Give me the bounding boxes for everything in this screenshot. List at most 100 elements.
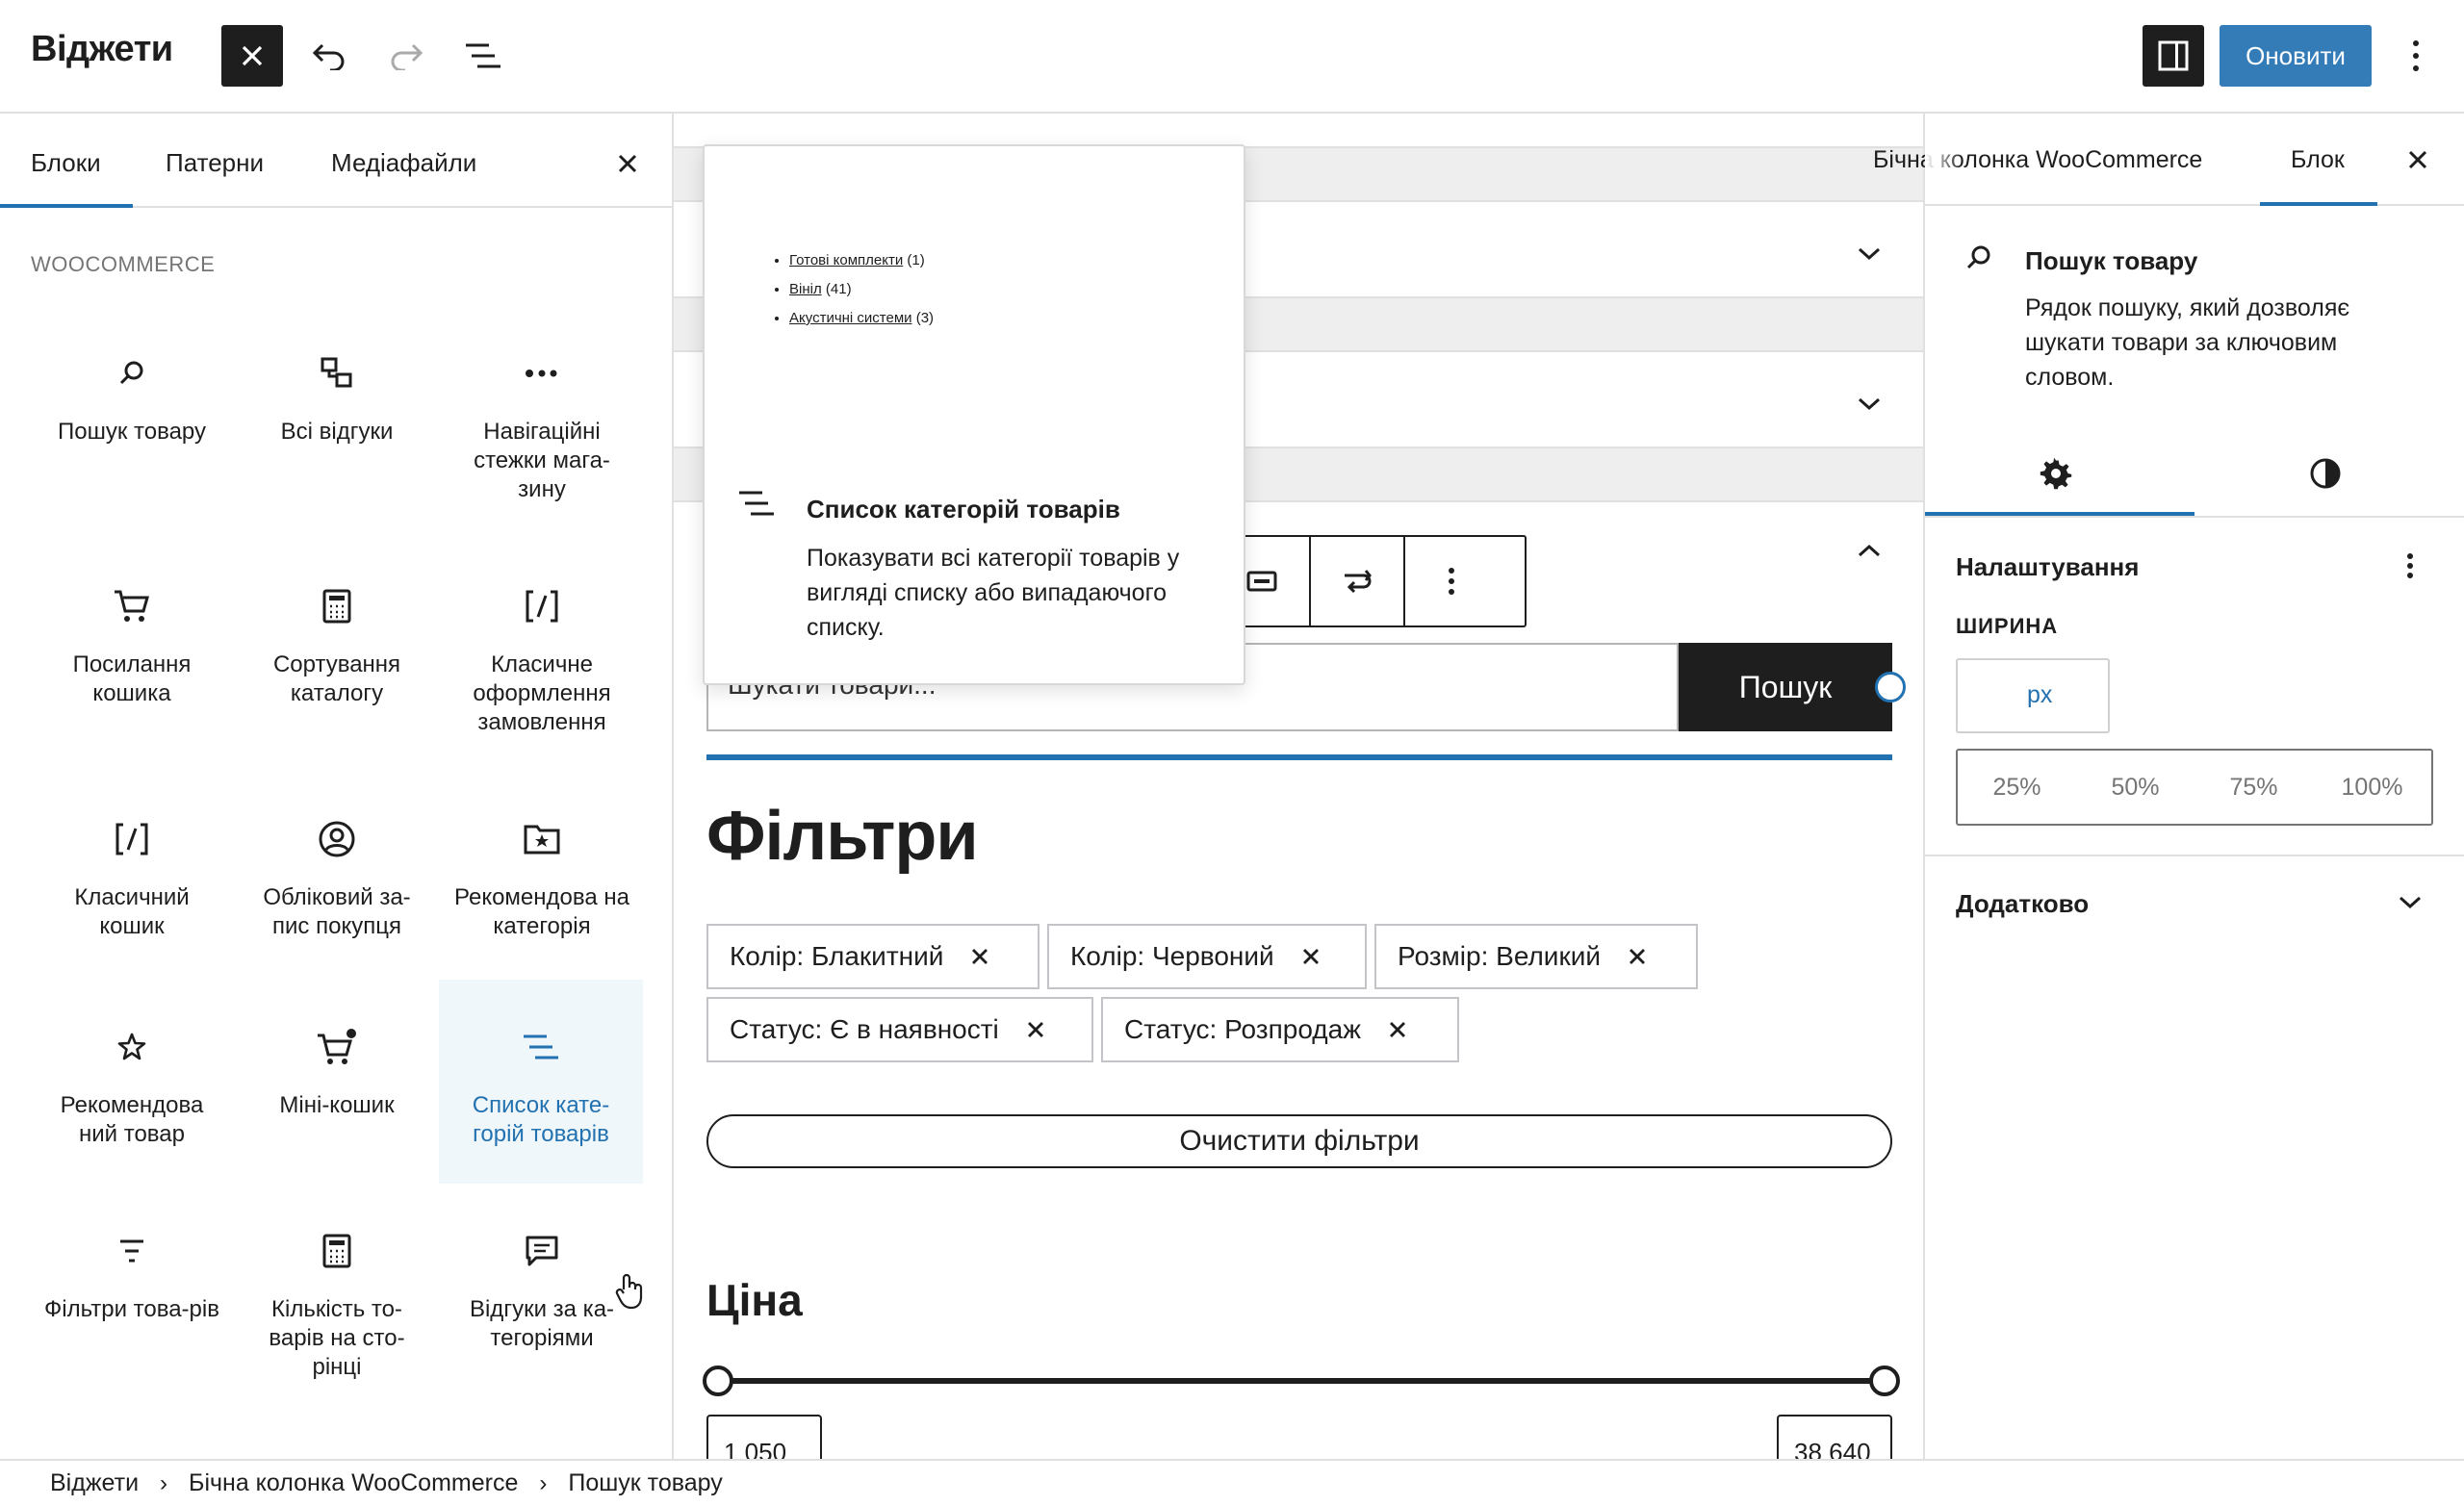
block-featured-category[interactable]: Рекомендова на категорія [441, 772, 643, 974]
tab-widget-area[interactable]: Бічна колонка WooCommerce [1873, 146, 2202, 174]
search-icon [1966, 245, 1990, 269]
tab-patterns[interactable]: Патерни [166, 148, 264, 178]
width-25-button[interactable]: 25% [1958, 751, 2076, 824]
block-catalog-sorting[interactable]: Сортування каталогу [236, 539, 438, 751]
star-icon [117, 1033, 146, 1060]
chevron-down-icon [1858, 397, 1881, 411]
block-products-per-page[interactable]: Кількість то-варів на сто-рінці [236, 1184, 438, 1415]
breadcrumb-item[interactable]: Бічна колонка WooCommerce [189, 1469, 518, 1497]
block-reviews-by-category[interactable]: Відгуки за ка-тегоріями [441, 1184, 643, 1415]
filter-icon [120, 1239, 143, 1263]
active-filter-chip[interactable]: Розмір: Великий [1374, 924, 1698, 989]
close-icon[interactable] [1388, 1020, 1407, 1039]
collapse-widget-area-button[interactable] [1850, 531, 1888, 570]
search-icon [119, 361, 143, 385]
folder-star-icon [524, 825, 560, 855]
block-classic-checkout[interactable]: Класичне оформлення замовлення [441, 539, 643, 751]
block-transform-button[interactable] [1309, 537, 1403, 625]
chip-label: Розмір: Великий [1398, 941, 1601, 971]
block-customer-account[interactable]: Обліковий за-пис покупця [236, 772, 438, 974]
block-product-categories-list[interactable]: Список кате-горій товарів [439, 980, 643, 1184]
resize-handle[interactable] [1875, 672, 1906, 702]
width-unit-select[interactable]: px [2027, 681, 2052, 709]
calculator-icon [322, 1234, 351, 1268]
list-view-button[interactable] [452, 25, 514, 87]
block-classic-cart[interactable]: Класичний кошик [31, 772, 233, 974]
chevron-up-icon [1858, 544, 1881, 557]
undo-button[interactable] [298, 25, 360, 87]
breadcrumb-item[interactable]: Пошук товару [568, 1469, 722, 1497]
price-min-handle[interactable] [703, 1366, 733, 1396]
options-button[interactable] [2385, 25, 2447, 87]
block-product-filters[interactable]: Фільтри това-рів [31, 1184, 233, 1415]
tab-block[interactable]: Блок [2291, 146, 2345, 174]
active-tab-indicator [0, 204, 133, 208]
settings-options-button[interactable] [2391, 547, 2429, 585]
active-filter-chip[interactable]: Статус: Є в наявності [706, 997, 1093, 1062]
price-max-handle[interactable] [1869, 1366, 1900, 1396]
block-mini-cart[interactable]: Міні-кошик [236, 980, 438, 1184]
tab-blocks[interactable]: Блоки [31, 148, 101, 178]
gear-icon[interactable] [2039, 456, 2073, 491]
panel-divider [1925, 855, 2464, 856]
price-max-input[interactable]: 38 640 ₴ [1777, 1415, 1892, 1459]
block-label: Всі відгуки [280, 419, 394, 445]
tab-media[interactable]: Медіафайли [331, 148, 476, 178]
advanced-panel-toggle[interactable]: Додатково [1956, 889, 2089, 919]
block-label: Навігаційні стежки мага-зину [474, 419, 610, 502]
price-range-track [718, 1378, 1885, 1384]
breadcrumbs-icon [526, 370, 557, 377]
block-store-breadcrumbs[interactable]: Навігаційні стежки мага-зину [441, 306, 643, 518]
settings-sidebar-toggle[interactable] [2143, 25, 2204, 87]
active-filter-chip[interactable]: Статус: Розпродаж [1101, 997, 1459, 1062]
block-label: Класичний кошик [74, 884, 190, 939]
styles-contrast-icon[interactable] [2308, 456, 2343, 491]
breadcrumb-item[interactable]: Віджети [50, 1469, 139, 1497]
block-toolbar [1213, 535, 1527, 627]
chip-label: Статус: Розпродаж [1124, 1014, 1361, 1044]
block-all-reviews[interactable]: Всі відгуки [236, 306, 438, 518]
advanced-expand-button[interactable] [2391, 883, 2429, 922]
active-tab-indicator [2260, 202, 2377, 206]
expand-widget-area-button[interactable] [1850, 385, 1888, 423]
clear-filters-button[interactable]: Очистити фільтри [706, 1114, 1892, 1168]
preview-title: Список категорій товарів [807, 495, 1120, 523]
category-count: (41) [825, 281, 852, 297]
active-filter-chip[interactable]: Колір: Блакитний [706, 924, 1040, 989]
update-button[interactable]: Оновити [2220, 25, 2372, 87]
block-product-search[interactable]: Пошук товару [31, 306, 233, 518]
active-filter-chip[interactable]: Колір: Червоний [1047, 924, 1367, 989]
preview-category-list: Готові комплекти (1) Вініл (41) Акустичн… [789, 246, 934, 333]
active-subtab-indicator [1925, 512, 2194, 516]
width-50-button[interactable]: 50% [2076, 751, 2194, 824]
more-vertical-icon [2413, 40, 2419, 71]
width-75-button[interactable]: 75% [2194, 751, 2313, 824]
category-heading: WOOCOMMERCE [31, 252, 216, 276]
width-label: ШИРИНА [1956, 614, 2059, 638]
close-sidebar-button[interactable] [2399, 140, 2437, 179]
list-item: Вініл (41) [789, 275, 934, 304]
product-search-button[interactable]: Пошук [1679, 643, 1892, 731]
close-icon[interactable] [1301, 947, 1321, 966]
block-options-button[interactable] [1403, 537, 1498, 625]
price-min-input[interactable]: 1 050 ₴ [706, 1415, 822, 1459]
list-view-icon [466, 43, 500, 68]
account-icon [319, 821, 355, 857]
category-link: Готові комплекти [789, 252, 904, 268]
block-cart-link[interactable]: Посилання кошика [31, 539, 233, 751]
block-preview-popover: Готові комплекти (1) Вініл (41) Акустичн… [703, 144, 1245, 685]
redo-button[interactable] [375, 25, 437, 87]
transform-icon [1345, 570, 1372, 594]
close-icon[interactable] [1628, 947, 1647, 966]
close-icon[interactable] [970, 947, 989, 966]
close-inserter-panel-button[interactable] [608, 144, 647, 183]
expand-widget-area-button[interactable] [1850, 235, 1888, 273]
close-inserter-button[interactable] [221, 25, 283, 87]
close-icon[interactable] [1026, 1020, 1045, 1039]
block-featured-product[interactable]: Рекомендова ний товар [31, 980, 233, 1184]
block-label: Фільтри това-рів [44, 1296, 219, 1322]
width-100-button[interactable]: 100% [2313, 751, 2431, 824]
list-item: Акустичні системи (3) [789, 304, 934, 333]
shortcode-icon [526, 590, 558, 623]
block-label: Кількість то-варів на сто-рінці [269, 1296, 405, 1380]
